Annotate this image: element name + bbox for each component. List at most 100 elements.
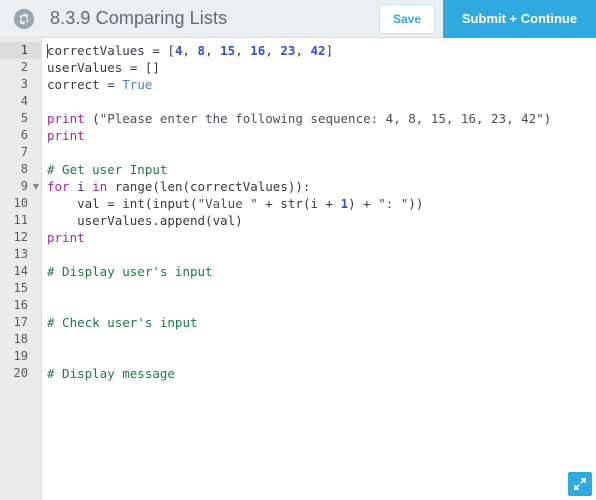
- code-line[interactable]: 18: [0, 331, 596, 348]
- code-token: 42: [310, 43, 326, 58]
- code-line-text: # Display message: [47, 365, 175, 382]
- line-number: 17: [13, 315, 28, 329]
- code-fold-toggle-icon[interactable]: ▼: [31, 178, 41, 195]
- code-token: # Check user's input: [47, 315, 198, 330]
- code-token: userValues.append(val): [47, 213, 243, 228]
- line-number: 4: [20, 94, 28, 108]
- header-actions: Save Submit + Continue: [378, 0, 596, 38]
- code-line-text: print: [47, 229, 85, 246]
- code-token: (: [152, 179, 160, 194]
- gear-icon: [13, 8, 35, 29]
- code-line[interactable]: 2 userValues = []: [0, 59, 596, 76]
- line-number: 16: [13, 298, 28, 312]
- code-line[interactable]: 17 # Check user's input: [0, 314, 596, 331]
- code-line-text: print ("Please enter the following seque…: [47, 110, 551, 127]
- code-area[interactable]: 1 correctValues = [4, 8, 15, 16, 23, 42] 2…: [0, 38, 596, 500]
- code-line[interactable]: 14 # Display user's input: [0, 263, 596, 280]
- line-number: 15: [13, 281, 28, 295]
- code-line-text: # Check user's input: [47, 314, 198, 331]
- code-line[interactable]: 1 correctValues = [4, 8, 15, 16, 23, 42]: [0, 42, 596, 59]
- code-token: (: [190, 196, 198, 211]
- code-line[interactable]: 3 correct = True: [0, 76, 596, 93]
- code-line[interactable]: 15: [0, 280, 596, 297]
- code-line[interactable]: 20 # Display message: [0, 365, 596, 382]
- code-token: ": ": [378, 196, 409, 211]
- code-token: str: [280, 196, 303, 211]
- code-line[interactable]: 16: [0, 297, 596, 314]
- code-line[interactable]: 9 ▼ for i in range(len(correctValues)):: [0, 178, 596, 195]
- code-token: 1: [340, 196, 349, 211]
- code-token: # Display message: [47, 366, 175, 381]
- code-token: # Get user Input: [47, 162, 168, 177]
- code-line-text: print: [47, 127, 85, 144]
- code-line[interactable]: 7: [0, 144, 596, 161]
- code-token: val: [47, 196, 108, 211]
- code-token: "Please enter the following sequence: 4,…: [99, 111, 544, 126]
- code-line[interactable]: 5 print ("Please enter the following sequ…: [0, 110, 596, 127]
- code-line[interactable]: 19: [0, 348, 596, 365]
- line-number: 14: [13, 264, 28, 278]
- line-number: 1: [0, 42, 42, 59]
- code-line[interactable]: 4: [0, 93, 596, 110]
- code-token: ,: [265, 43, 281, 58]
- code-token: 23: [280, 43, 296, 58]
- line-number: 8: [20, 162, 28, 176]
- code-line-text: userValues.append(val): [47, 212, 243, 229]
- code-token: =: [107, 77, 123, 92]
- code-token: [: [167, 43, 175, 58]
- code-token: input: [152, 196, 191, 211]
- code-token: print: [47, 111, 85, 126]
- page-title: 8.3.9 Comparing Lists: [50, 8, 228, 28]
- code-line[interactable]: 12 print: [0, 229, 596, 246]
- code-line-text: # Display user's input: [47, 263, 213, 280]
- line-number: 3: [20, 77, 28, 91]
- code-token: in: [92, 179, 108, 194]
- line-number: 6: [20, 128, 28, 142]
- code-token: (: [84, 111, 100, 126]
- code-token: =: [129, 60, 145, 75]
- code-token: for: [47, 179, 70, 194]
- line-number: 18: [13, 332, 28, 346]
- code-token: 8: [197, 43, 206, 58]
- code-line-text: correctValues = [4, 8, 15, 16, 23, 42]: [47, 42, 333, 59]
- code-line-text: correct = True: [47, 76, 152, 93]
- save-button[interactable]: Save: [378, 3, 435, 34]
- code-token: True: [122, 77, 153, 92]
- code-token: +: [257, 196, 281, 211]
- line-number: 20: [13, 366, 28, 380]
- code-token: ]: [325, 43, 334, 58]
- code-token: (i: [302, 196, 326, 211]
- code-token: int: [122, 196, 145, 211]
- line-number: 19: [13, 349, 28, 363]
- code-line[interactable]: 13: [0, 246, 596, 263]
- line-number: 7: [20, 145, 28, 159]
- code-token: ,: [182, 43, 198, 58]
- line-number: 2: [20, 60, 28, 74]
- code-token: ,: [295, 43, 311, 58]
- code-lines[interactable]: 1 correctValues = [4, 8, 15, 16, 23, 42] 2…: [0, 42, 596, 382]
- code-line[interactable]: 6 print: [0, 127, 596, 144]
- code-token: ): [348, 196, 356, 211]
- submit-continue-button[interactable]: Submit + Continue: [443, 0, 596, 38]
- code-line-text: for i in range(len(correctValues)):: [47, 178, 310, 195]
- code-line-text: # Get user Input: [47, 161, 167, 178]
- code-token: +: [355, 196, 379, 211]
- settings-gear-button[interactable]: [12, 7, 36, 31]
- code-line[interactable]: 11 userValues.append(val): [0, 212, 596, 229]
- resize-handle[interactable]: [568, 472, 592, 496]
- code-token: userValues: [47, 60, 130, 75]
- code-line[interactable]: 10 val = int(input("Value " + str(i + 1)…: [0, 195, 596, 212]
- line-number: 10: [13, 196, 28, 210]
- line-number: 12: [13, 230, 28, 244]
- code-line[interactable]: 8 # Get user Input: [0, 161, 596, 178]
- code-editor[interactable]: 1 correctValues = [4, 8, 15, 16, 23, 42] 2…: [0, 38, 596, 500]
- code-token: correct: [47, 77, 108, 92]
- code-line-text: userValues = []: [47, 59, 160, 76]
- code-token: print: [47, 230, 85, 245]
- editor-header: 8.3.9 Comparing Lists Save Submit + Cont…: [0, 0, 596, 38]
- code-token: ,: [235, 43, 251, 58]
- line-number: 5: [20, 111, 28, 125]
- line-number: 11: [13, 213, 28, 227]
- code-token: 15: [220, 43, 236, 58]
